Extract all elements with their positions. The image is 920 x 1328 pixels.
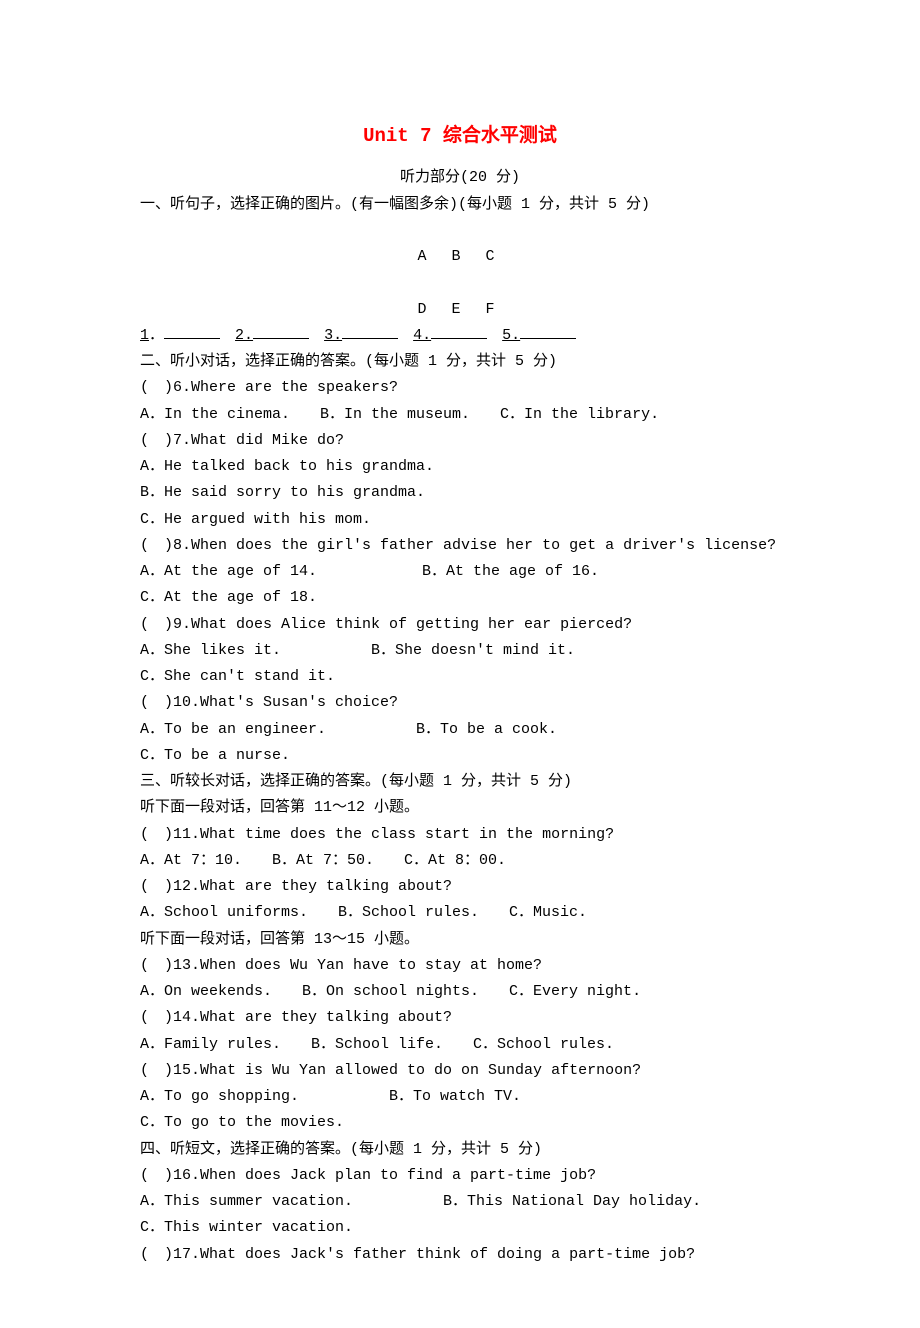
q14: ( )14.What are they talking about? [140, 1005, 780, 1031]
q6-options: A．In the cinema. B．In the museum. C．In t… [140, 402, 780, 428]
spacer [140, 270, 780, 296]
q16-option-c: C．This winter vacation. [140, 1215, 780, 1241]
q8-option-c: C．At the age of 18. [140, 585, 780, 611]
section3-heading: 三、听较长对话，选择正确的答案。(每小题 1 分，共计 5 分) [140, 769, 780, 795]
q12: ( )12.What are they talking about? [140, 874, 780, 900]
q11-options: A．At 7：10. B．At 7：50. C．At 8：00. [140, 848, 780, 874]
page-title: Unit 7 综合水平测试 [140, 120, 780, 153]
section1-heading: 一、听句子，选择正确的图片。(有一幅图多余)(每小题 1 分，共计 5 分) [140, 192, 780, 218]
section4-heading: 四、听短文，选择正确的答案。(每小题 1 分，共计 5 分) [140, 1137, 780, 1163]
q11: ( )11.What time does the class start in … [140, 822, 780, 848]
q13: ( )13.When does Wu Yan have to stay at h… [140, 953, 780, 979]
q17: ( )17.What does Jack's father think of d… [140, 1242, 780, 1268]
q10-option-c: C．To be a nurse. [140, 743, 780, 769]
q10-option-ab: A．To be an engineer. B．To be a cook. [140, 717, 780, 743]
q10: ( )10.What's Susan's choice? [140, 690, 780, 716]
q6: ( )6.Where are the speakers? [140, 375, 780, 401]
section2-heading: 二、听小对话，选择正确的答案。(每小题 1 分，共计 5 分) [140, 349, 780, 375]
spacer [140, 218, 780, 244]
q7-option-c: C．He argued with his mom. [140, 507, 780, 533]
section3-sub2: 听下面一段对话，回答第 13～15 小题。 [140, 927, 780, 953]
image-row-2: D E F [140, 297, 780, 323]
q16-option-ab: A．This summer vacation. B．This National … [140, 1189, 780, 1215]
q16: ( )16.When does Jack plan to find a part… [140, 1163, 780, 1189]
answer-blanks: 1． 2. 3. 4. 5. [140, 323, 780, 349]
subtitle: 听力部分(20 分) [140, 165, 780, 191]
q9: ( )9.What does Alice think of getting he… [140, 612, 780, 638]
q14-options: A．Family rules. B．School life. C．School … [140, 1032, 780, 1058]
q8-option-ab: A．At the age of 14. B．At the age of 16. [140, 559, 780, 585]
q9-option-c: C．She can't stand it. [140, 664, 780, 690]
section3-sub1: 听下面一段对话，回答第 11～12 小题。 [140, 795, 780, 821]
image-row-1: A B C [140, 244, 780, 270]
q7: ( )7.What did Mike do? [140, 428, 780, 454]
q7-option-a: A．He talked back to his grandma. [140, 454, 780, 480]
q13-options: A．On weekends. B．On school nights. C．Eve… [140, 979, 780, 1005]
q15-option-ab: A．To go shopping. B．To watch TV. [140, 1084, 780, 1110]
q9-option-ab: A．She likes it. B．She doesn't mind it. [140, 638, 780, 664]
q12-options: A．School uniforms. B．School rules. C．Mus… [140, 900, 780, 926]
q15: ( )15.What is Wu Yan allowed to do on Su… [140, 1058, 780, 1084]
q7-option-b: B．He said sorry to his grandma. [140, 480, 780, 506]
q15-option-c: C．To go to the movies. [140, 1110, 780, 1136]
q8: ( )8.When does the girl's father advise … [140, 533, 780, 559]
